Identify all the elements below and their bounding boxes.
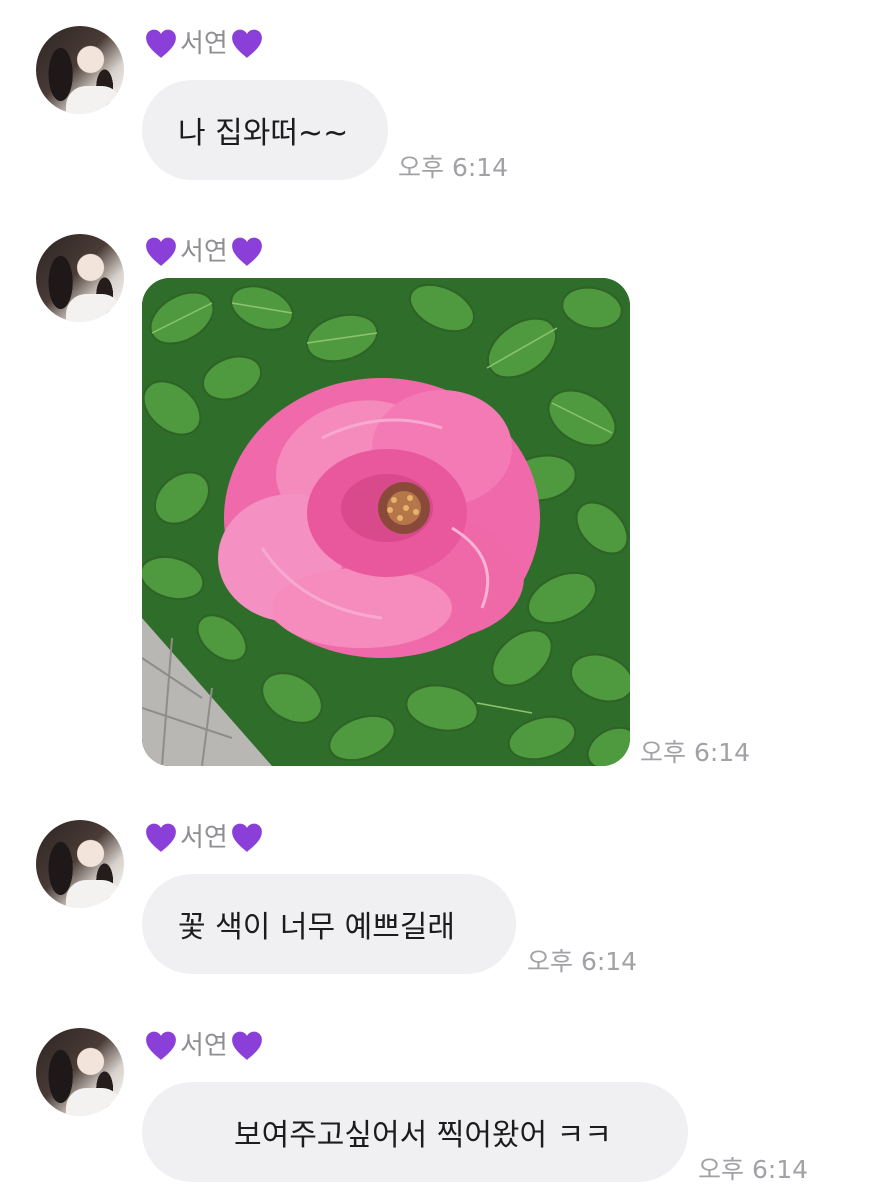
sender-name-text: 서연 <box>180 1031 228 1061</box>
purple-heart-icon <box>144 27 178 61</box>
message-time: 오후 6:14 <box>698 1155 809 1184</box>
sender-name: 서연 <box>144 1026 264 1066</box>
sender-name: 서연 <box>144 232 264 272</box>
sender-name: 서연 <box>144 818 264 858</box>
message-time: 오후 6:14 <box>527 947 638 976</box>
avatar[interactable] <box>36 26 124 114</box>
purple-heart-icon <box>230 821 264 855</box>
purple-heart-icon <box>230 235 264 269</box>
purple-heart-icon <box>144 1029 178 1063</box>
message-bubble[interactable]: 꽃 색이 너무 예쁘길래 <box>142 874 516 974</box>
chat-thread: 서연 나 집와떠~~ 오후 6:14 서연 오후 6:14 서연 꽃 색이 너무… <box>0 0 872 1200</box>
message-bubble[interactable]: 나 집와떠~~ <box>142 80 388 180</box>
message-time: 오후 6:14 <box>640 738 751 767</box>
sender-name-text: 서연 <box>180 823 228 853</box>
message-bubble[interactable]: 보여주고싶어서 찍어왔어 ㅋㅋ <box>142 1082 688 1182</box>
sender-name-text: 서연 <box>180 237 228 267</box>
sender-name-text: 서연 <box>180 29 228 59</box>
purple-heart-icon <box>230 1029 264 1063</box>
pink-rose-photo[interactable] <box>142 278 630 766</box>
purple-heart-icon <box>144 235 178 269</box>
avatar[interactable] <box>36 820 124 908</box>
purple-heart-icon <box>230 27 264 61</box>
avatar[interactable] <box>36 234 124 322</box>
sender-name: 서연 <box>144 24 264 64</box>
message-time: 오후 6:14 <box>398 153 509 182</box>
avatar[interactable] <box>36 1028 124 1116</box>
purple-heart-icon <box>144 821 178 855</box>
